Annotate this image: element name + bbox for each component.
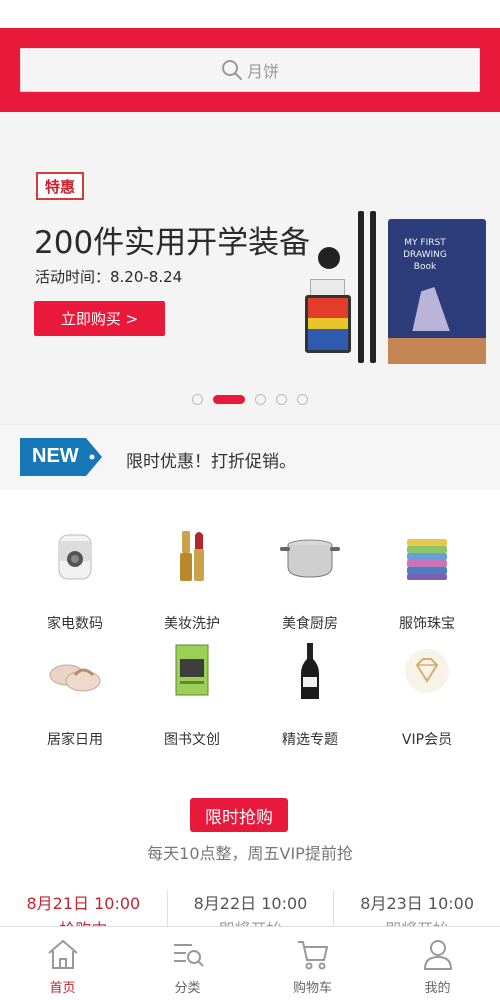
tab-cart[interactable]: 购物车 xyxy=(250,927,375,1000)
flash-slot[interactable]: 8月22日 10:00 即将开始 xyxy=(166,890,334,939)
category-item[interactable]: 图书文创 xyxy=(137,641,247,751)
flash-sale-section: 限时抢购 每天10点整，周五VIP提前抢 8月21日 10:00 抢购中 8月2… xyxy=(0,798,500,939)
slot-time: 8月22日 10:00 xyxy=(193,894,308,913)
book-illustration xyxy=(412,287,450,331)
search-header: 月饼 xyxy=(0,28,500,112)
flash-slot[interactable]: 8月23日 10:00 即将开始 xyxy=(333,890,500,939)
profile-icon xyxy=(375,935,500,973)
pot-icon xyxy=(280,525,340,585)
category-icon xyxy=(125,935,250,973)
tab-label: 首页 xyxy=(49,981,76,996)
carousel-dot[interactable] xyxy=(276,394,287,405)
slot-time: 8月21日 10:00 xyxy=(26,894,141,913)
product-image: MY FIRST DRAWING Book xyxy=(300,207,495,377)
category-label: 精选专题 xyxy=(282,732,338,748)
book-icon xyxy=(162,641,222,701)
drawing-book-image: MY FIRST DRAWING Book xyxy=(388,219,486,364)
slippers-icon xyxy=(45,641,105,701)
promo-banner[interactable]: 特惠 200件实用开学装备 活动时间：8.20-8.24 立即购买 > MY F… xyxy=(0,112,500,424)
new-tag-icon: NEW xyxy=(20,438,102,476)
chopstick-image xyxy=(358,211,364,363)
search-placeholder: 月饼 xyxy=(246,62,279,81)
category-label: 图书文创 xyxy=(164,732,220,748)
category-label: 美食厨房 xyxy=(282,616,338,632)
carousel-dot-active[interactable] xyxy=(213,395,245,404)
category-item[interactable]: 服饰珠宝 xyxy=(372,525,482,635)
notice-bar[interactable]: NEW 限时优惠！打折促销。 xyxy=(0,424,500,490)
tab-label: 分类 xyxy=(174,981,201,996)
flash-slot[interactable]: 8月21日 10:00 抢购中 xyxy=(0,890,167,939)
category-label: VIP会员 xyxy=(401,732,453,748)
flash-sale-subtitle: 每天10点整，周五VIP提前抢 xyxy=(147,844,353,863)
category-label: 居家日用 xyxy=(47,732,103,748)
lipstick-icon xyxy=(162,525,222,585)
category-grid: 家电数码 美妆洗护 美食厨房 服饰珠宝 居家日用 图书文创 精选专题 VIP会员 xyxy=(0,525,500,785)
stamp-pad-image xyxy=(305,295,351,353)
category-item[interactable]: 居家日用 xyxy=(20,641,130,751)
buy-now-button[interactable]: 立即购买 > xyxy=(34,301,165,336)
category-label: 家电数码 xyxy=(47,616,103,632)
category-item[interactable]: VIP会员 xyxy=(372,641,482,751)
tab-profile[interactable]: 我的 xyxy=(375,927,500,1000)
flash-sale-title[interactable]: 限时抢购 xyxy=(190,798,288,832)
banner-title: 200件实用开学装备 xyxy=(34,225,311,261)
category-item[interactable]: 家电数码 xyxy=(20,525,130,635)
diamond-icon xyxy=(397,641,457,701)
chopstick-image xyxy=(370,211,376,363)
book-title: MY FIRST DRAWING Book xyxy=(403,238,447,272)
banner-date: 活动时间：8.20-8.24 xyxy=(35,268,183,286)
tab-category[interactable]: 分类 xyxy=(125,927,250,1000)
cart-icon xyxy=(250,935,375,973)
wine-icon xyxy=(280,641,340,701)
notice-text: 限时优惠！打折促销。 xyxy=(126,452,296,472)
category-item[interactable]: 精选专题 xyxy=(255,641,365,751)
category-item[interactable]: 美食厨房 xyxy=(255,525,365,635)
carousel-dot[interactable] xyxy=(297,394,308,405)
status-bar xyxy=(0,0,500,28)
slot-time: 8月23日 10:00 xyxy=(360,894,475,913)
home-icon xyxy=(0,935,125,973)
category-item[interactable]: 美妆洗护 xyxy=(137,525,247,635)
tab-home[interactable]: 首页 xyxy=(0,927,125,1000)
flash-sale-slots: 8月21日 10:00 抢购中 8月22日 10:00 即将开始 8月23日 1… xyxy=(0,890,500,939)
carousel-dot[interactable] xyxy=(192,394,203,405)
carousel-dots xyxy=(0,394,500,405)
book-ground xyxy=(388,338,486,364)
search-input[interactable]: 月饼 xyxy=(20,48,480,92)
search-icon xyxy=(221,60,242,80)
appliance-icon xyxy=(45,525,105,585)
category-label: 服饰珠宝 xyxy=(399,616,455,632)
carousel-dot[interactable] xyxy=(255,394,266,405)
discount-badge: 特惠 xyxy=(36,172,92,208)
bottom-tab-bar: 首页 分类 购物车 我的 xyxy=(0,926,500,1000)
sharpener-image xyxy=(318,247,340,269)
tab-label: 购物车 xyxy=(292,981,332,996)
tab-label: 我的 xyxy=(424,981,451,996)
new-tag-label: NEW xyxy=(32,445,79,467)
clothes-icon xyxy=(397,525,457,585)
category-label: 美妆洗护 xyxy=(164,616,220,632)
